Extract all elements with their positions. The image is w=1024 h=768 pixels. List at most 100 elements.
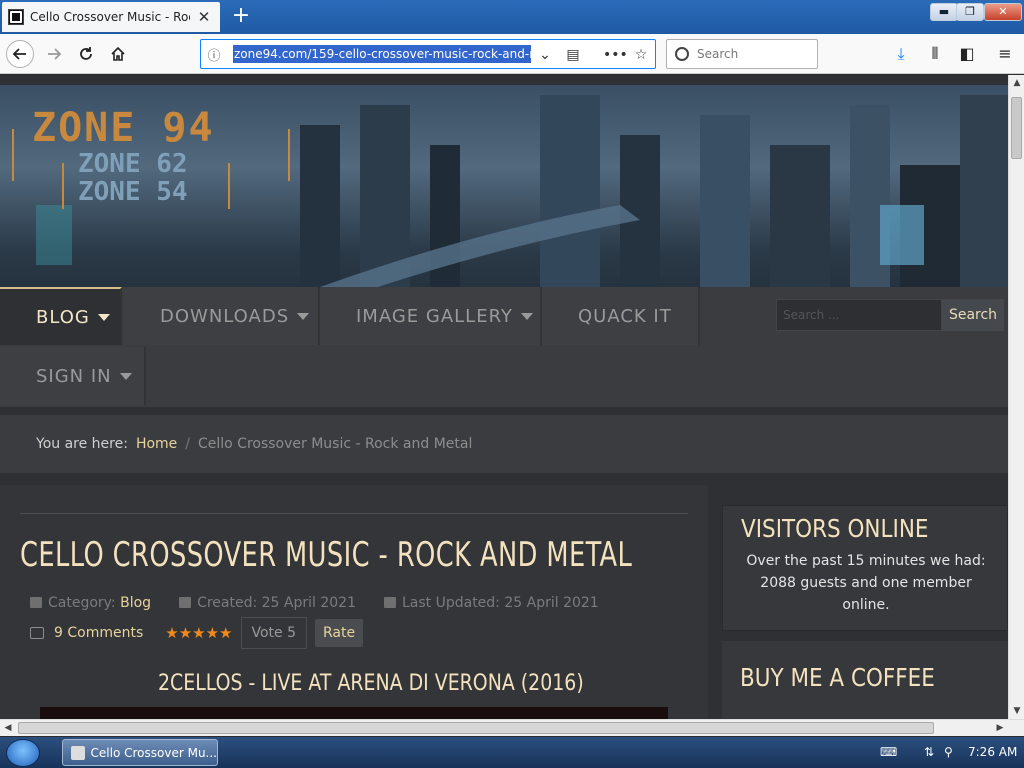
breadcrumb-prefix: You are here: bbox=[36, 436, 128, 452]
dropdown-icon[interactable]: ⌄ bbox=[535, 45, 555, 65]
reload-button[interactable] bbox=[72, 40, 100, 68]
more-icon[interactable]: ••• bbox=[603, 45, 628, 65]
horizontal-scrollbar[interactable]: ◀ ▶ bbox=[0, 719, 1024, 736]
forward-arrow-icon bbox=[48, 48, 62, 60]
scroll-right-icon[interactable]: ▶ bbox=[992, 720, 1008, 736]
tab-close-icon[interactable]: ✕ bbox=[196, 8, 212, 26]
close-window-button[interactable]: ✕ bbox=[984, 3, 1022, 21]
category-link[interactable]: Blog bbox=[120, 595, 151, 611]
scroll-down-icon[interactable]: ▼ bbox=[1009, 703, 1024, 719]
reload-icon bbox=[80, 47, 92, 60]
menu-item-downloads[interactable]: DOWNLOADS bbox=[124, 287, 320, 345]
info-icon[interactable]: ⓘ bbox=[201, 45, 227, 64]
site-logo-tertiary: ZONE 54 bbox=[78, 177, 188, 207]
taskbar-item-label: Cello Crossover Mu... bbox=[90, 745, 217, 760]
buy-me-coffee-module: BUY ME A COFFEE bbox=[722, 641, 1008, 719]
search-placeholder: Search bbox=[697, 47, 739, 61]
menu-item-sign-in[interactable]: SIGN IN bbox=[0, 347, 146, 405]
site-search-input[interactable]: Search ... bbox=[776, 299, 942, 331]
restore-button[interactable]: ❐ bbox=[956, 3, 984, 21]
url-text[interactable]: zone94.com/159-cello-crossover-music-roc… bbox=[233, 45, 531, 63]
divider bbox=[20, 513, 688, 514]
site-favicon-icon bbox=[8, 9, 24, 25]
rating-row: 9 Comments ★★★★★ Vote 5 Rate bbox=[30, 617, 364, 649]
article: CELLO CROSSOVER MUSIC - ROCK AND METAL C… bbox=[0, 485, 708, 719]
caret-down-icon bbox=[520, 312, 533, 320]
scroll-up-icon[interactable]: ▲ bbox=[1009, 75, 1024, 91]
scrollbar-thumb[interactable] bbox=[18, 722, 934, 734]
category-meta: Category: Blog bbox=[30, 595, 151, 611]
home-button[interactable] bbox=[104, 40, 132, 68]
browser-tab[interactable]: Cello Crossover Music - Rock and Metal ✕ bbox=[2, 2, 220, 32]
minimize-button[interactable]: ▬ bbox=[930, 3, 958, 21]
folder-icon bbox=[30, 597, 42, 608]
navigation-toolbar: ⓘ zone94.com/159-cello-crossover-music-r… bbox=[0, 34, 1024, 74]
start-button[interactable] bbox=[6, 739, 40, 767]
category-label: Category: bbox=[48, 595, 116, 611]
tab-strip: Cello Crossover Music - Rock and Metal ✕… bbox=[0, 0, 1024, 34]
reader-view-icon[interactable]: ▤ bbox=[563, 45, 583, 65]
scrollbar-thumb[interactable] bbox=[1011, 97, 1022, 159]
visitors-online-module: VISITORS ONLINE Over the past 15 minutes… bbox=[722, 505, 1008, 631]
updated-meta: Last Updated: 25 April 2021 bbox=[383, 595, 599, 611]
bookmark-star-icon[interactable]: ☆ bbox=[631, 45, 651, 65]
menu-item-label: BLOG bbox=[36, 306, 90, 328]
page-viewport: ZONE 94 ZONE 62 ZONE 54 BLOG DOWNLOADS I… bbox=[0, 75, 1008, 719]
updated-date: Last Updated: 25 April 2021 bbox=[401, 595, 599, 611]
new-tab-button[interactable]: + bbox=[228, 4, 254, 30]
search-tray-icon[interactable]: ⚲ bbox=[944, 745, 953, 759]
video-embed[interactable] bbox=[40, 707, 668, 719]
calendar-icon bbox=[383, 597, 396, 608]
menu-item-label: SIGN IN bbox=[36, 365, 112, 387]
comment-icon bbox=[30, 627, 44, 639]
module-title: VISITORS ONLINE bbox=[741, 514, 929, 543]
scroll-left-icon[interactable]: ◀ bbox=[0, 720, 16, 736]
caret-down-icon bbox=[97, 313, 110, 321]
breadcrumb: You are here: Home / Cello Crossover Mus… bbox=[0, 415, 1008, 473]
tab-title: Cello Crossover Music - Rock and Metal bbox=[30, 10, 190, 24]
comments-link[interactable]: 9 Comments bbox=[54, 625, 143, 641]
hamburger-menu-icon[interactable]: ≡ bbox=[994, 44, 1016, 64]
menu-item-image-gallery[interactable]: IMAGE GALLERY bbox=[320, 287, 542, 345]
menu-item-label: DOWNLOADS bbox=[160, 305, 290, 327]
article-title: CELLO CROSSOVER MUSIC - ROCK AND METAL bbox=[20, 535, 633, 575]
forward-button[interactable] bbox=[40, 40, 68, 68]
vertical-scrollbar[interactable]: ▲ ▼ bbox=[1008, 75, 1024, 719]
vote-select[interactable]: Vote 5 bbox=[240, 617, 308, 649]
breadcrumb-current: Cello Crossover Music - Rock and Metal bbox=[198, 436, 473, 452]
main-menu: BLOG DOWNLOADS IMAGE GALLERY QUACK IT SI… bbox=[0, 287, 1008, 407]
menu-item-label: IMAGE GALLERY bbox=[356, 305, 513, 327]
video-title: 2CELLOS - LIVE AT ARENA DI VERONA (2016) bbox=[158, 671, 584, 696]
windows-taskbar: Cello Crossover Mu... ⌨ ⇅ ⚲ 7:26 AM bbox=[0, 737, 1024, 768]
article-meta: Category: Blog Created: 25 April 2021 La… bbox=[30, 595, 599, 611]
sidebar-icon[interactable]: ◧ bbox=[956, 44, 978, 64]
rate-button[interactable]: Rate bbox=[315, 619, 364, 647]
taskbar-firefox-button[interactable]: Cello Crossover Mu... bbox=[62, 739, 218, 766]
library-icon[interactable]: ⫴ bbox=[924, 44, 946, 64]
back-arrow-icon bbox=[12, 48, 26, 60]
browser-search-box[interactable]: Search bbox=[666, 39, 818, 69]
star-rating[interactable]: ★★★★★ bbox=[165, 624, 232, 642]
network-icon[interactable]: ⇅ bbox=[924, 745, 934, 759]
download-icon[interactable]: ⤓ bbox=[890, 44, 912, 64]
address-bar[interactable]: ⓘ zone94.com/159-cello-crossover-music-r… bbox=[200, 39, 656, 69]
site-logo-secondary: ZONE 62 bbox=[78, 149, 188, 179]
created-date: Created: 25 April 2021 bbox=[197, 595, 356, 611]
module-title: BUY ME A COFFEE bbox=[740, 663, 935, 692]
menu-item-quack-it[interactable]: QUACK IT bbox=[542, 287, 700, 345]
back-button[interactable] bbox=[6, 40, 34, 68]
site-search-button[interactable]: Search bbox=[942, 299, 1004, 331]
calendar-icon bbox=[179, 597, 192, 608]
caret-down-icon bbox=[119, 372, 132, 380]
breadcrumb-home-link[interactable]: Home bbox=[136, 436, 177, 452]
home-icon bbox=[111, 46, 125, 61]
caret-down-icon bbox=[297, 312, 310, 320]
created-meta: Created: 25 April 2021 bbox=[179, 595, 356, 611]
site-logo-primary[interactable]: ZONE 94 bbox=[32, 105, 215, 151]
clock[interactable]: 7:26 AM bbox=[968, 745, 1017, 759]
menu-item-label: QUACK IT bbox=[578, 305, 672, 327]
site-search: Search ... Search bbox=[776, 299, 1004, 331]
menu-item-blog[interactable]: BLOG bbox=[0, 287, 122, 345]
keyboard-icon[interactable]: ⌨ bbox=[880, 745, 897, 759]
breadcrumb-separator: / bbox=[185, 436, 190, 452]
